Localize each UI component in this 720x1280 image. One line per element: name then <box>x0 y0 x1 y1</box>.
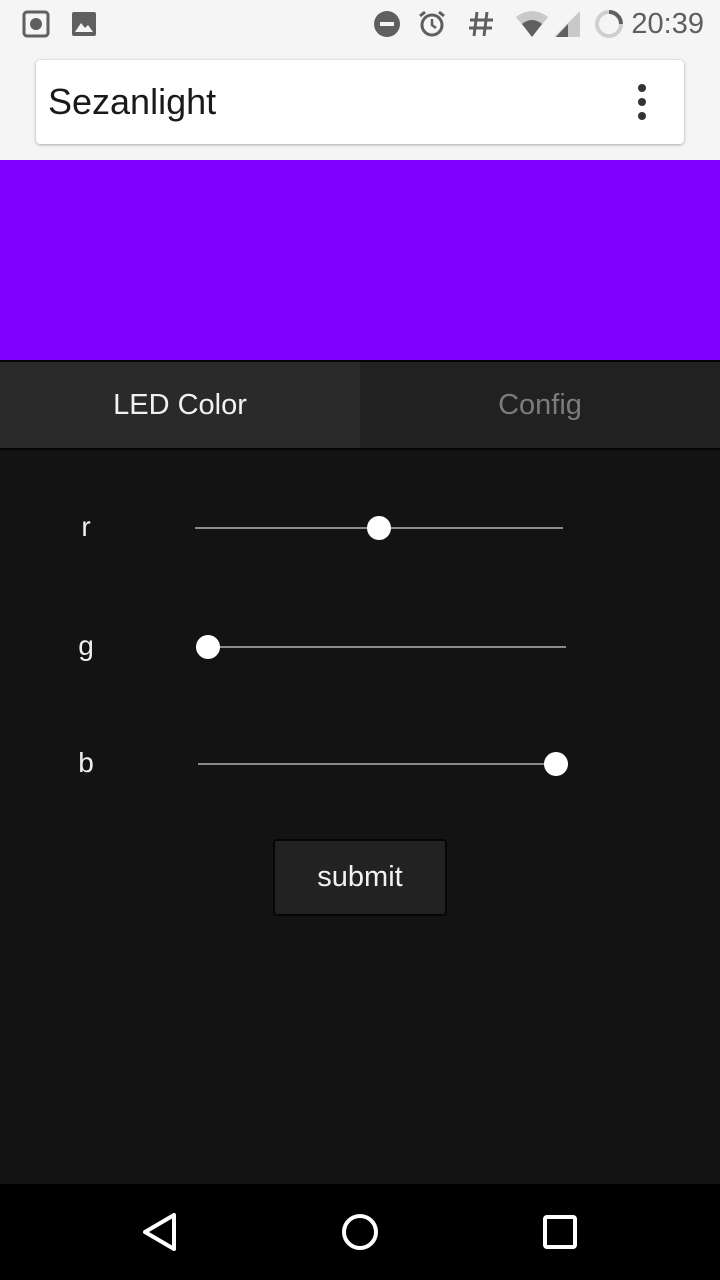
alarm-icon <box>419 10 445 37</box>
tab-led-color[interactable]: LED Color <box>0 362 360 448</box>
slider-track <box>196 646 566 648</box>
image-icon <box>72 12 96 36</box>
status-bar: 20:39 <box>0 0 720 50</box>
tab-bar: LED Color Config <box>0 360 720 450</box>
page-title: Sezanlight <box>48 81 217 122</box>
navigation-bar <box>0 1184 720 1280</box>
back-icon[interactable] <box>140 1212 180 1252</box>
hash-icon <box>469 11 493 37</box>
slider-thumb[interactable] <box>367 516 391 540</box>
slider-label-b: b <box>78 747 94 778</box>
slider-label-g: g <box>78 630 94 661</box>
slider-label-r: r <box>81 511 91 542</box>
cell-signal-icon <box>554 11 580 37</box>
slider-track <box>198 763 568 765</box>
recents-icon[interactable] <box>540 1212 580 1252</box>
browser-title-bar[interactable]: Sezanlight <box>36 60 684 144</box>
status-time: 20:39 <box>631 8 704 40</box>
slider-g[interactable] <box>196 635 566 659</box>
app-screen: 20:39 Sezanlight LED Color Config r g b … <box>0 0 720 1280</box>
tab-config[interactable]: Config <box>360 362 720 448</box>
wifi-icon <box>516 11 548 37</box>
browser-chrome: 20:39 Sezanlight <box>0 0 720 160</box>
submit-button[interactable]: submit <box>273 839 447 916</box>
slider-r[interactable] <box>195 516 563 540</box>
slider-b[interactable] <box>198 752 568 776</box>
do-not-disturb-icon <box>374 11 400 37</box>
battery-charging-icon <box>595 10 623 38</box>
slider-thumb[interactable] <box>544 752 568 776</box>
slider-thumb[interactable] <box>196 635 220 659</box>
home-icon[interactable] <box>340 1212 380 1252</box>
screenshot-icon <box>22 10 50 38</box>
more-vert-icon[interactable] <box>622 82 662 122</box>
color-preview <box>0 160 720 360</box>
